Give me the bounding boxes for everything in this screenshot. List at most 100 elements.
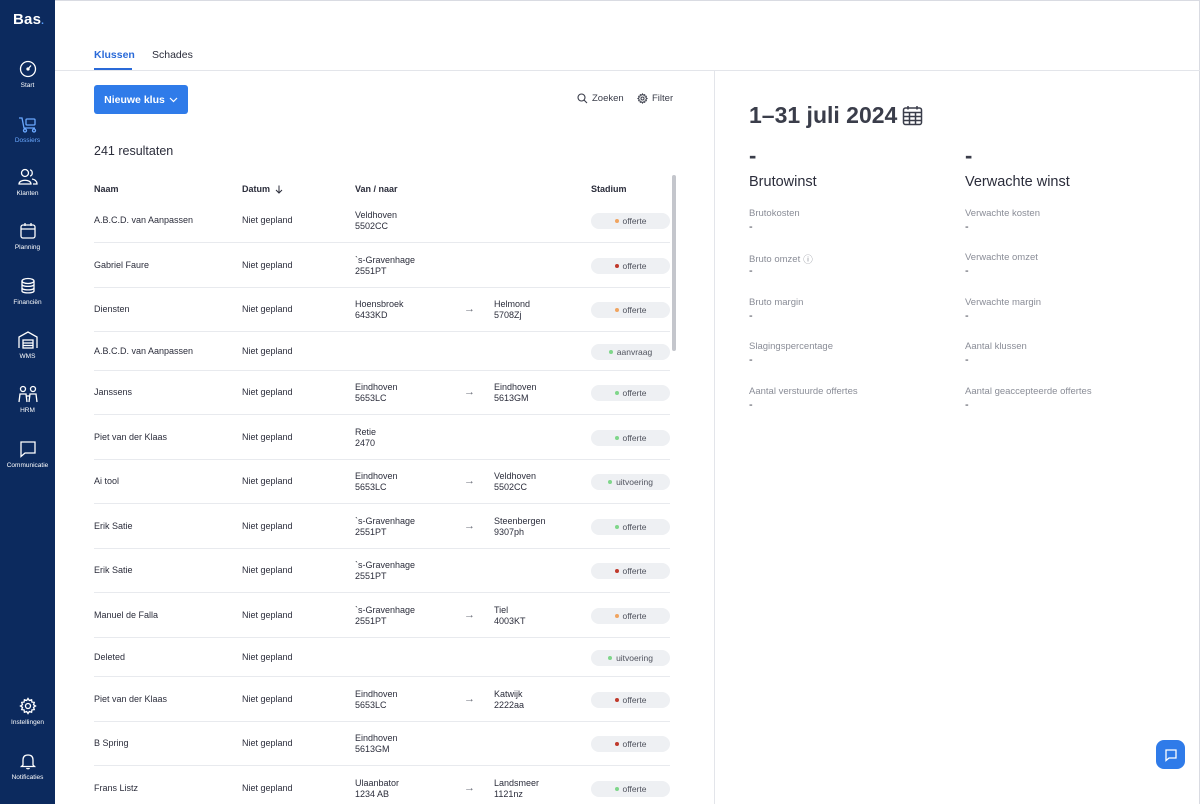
row-from-postcode: 2470 — [355, 437, 376, 448]
stat-label-success-rate: Slagingspercentage — [749, 341, 833, 352]
row-date: Niet gepland — [242, 651, 293, 662]
table-row[interactable]: A.B.C.D. van Aanpassen Niet gepland aanvra… — [94, 332, 670, 371]
table-row[interactable]: A.B.C.D. van Aanpassen Niet gepland Veldho… — [94, 199, 670, 243]
sidebar-item-dossiers[interactable]: Dossiers — [0, 115, 55, 144]
sidebar-item-label: WMS — [19, 353, 36, 360]
row-to-city: Tiel — [494, 604, 509, 615]
sidebar-item-notificaties[interactable]: Notificaties — [0, 752, 55, 781]
table-row[interactable]: Ai tool Niet gepland Eindhoven 5653LC → Veldh… — [94, 460, 670, 504]
row-from-city: Retie — [355, 426, 377, 437]
scrollbar-thumb[interactable] — [672, 175, 676, 351]
status-badge: uitvoering — [591, 474, 670, 490]
column-header-date[interactable]: Datum — [242, 184, 283, 194]
status-dot — [608, 480, 613, 484]
row-from-city: `s-Gravenhage — [355, 515, 416, 526]
warehouse-icon — [17, 331, 38, 349]
table-row[interactable]: Erik Satie Niet gepland `s-Gravenhage 2551P… — [94, 504, 670, 549]
stat-value-gross-revenue: - — [749, 265, 753, 277]
sidebar-item-label: Financiën — [13, 299, 42, 306]
table-row[interactable]: Diensten Niet gepland Hoensbroek 6433KD → Hel… — [94, 288, 670, 332]
stat-value-gross-margin: - — [749, 310, 753, 322]
row-from: Eindhoven 5653LC — [355, 471, 398, 493]
sidebar-item-wms[interactable]: WMS — [0, 331, 55, 360]
new-job-button[interactable]: Nieuwe klus — [94, 85, 188, 114]
search-button[interactable]: Zoeken — [577, 93, 624, 104]
table-row[interactable]: Manuel de Falla Niet gepland `s-Gravenhage… — [94, 593, 670, 638]
sidebar-item-planning[interactable]: Planning — [0, 222, 55, 251]
column-header-name[interactable]: Naam — [94, 184, 119, 194]
row-name: Frans Listz — [94, 782, 139, 793]
table-row[interactable]: Janssens Niet gepland Eindhoven 5653LC → Eind… — [94, 371, 670, 415]
stat-label-gross-margin: Bruto margin — [749, 297, 804, 308]
chevron-down-icon — [169, 97, 178, 102]
row-from: Hoensbroek 6433KD — [355, 299, 404, 321]
bell-icon — [19, 754, 36, 770]
table-row[interactable]: Gabriel Faure Niet gepland `s-Gravenhage 25… — [94, 243, 670, 288]
status-dot — [614, 569, 619, 573]
chat-bubble-icon — [1164, 748, 1177, 762]
row-date: Niet gepland — [242, 609, 293, 620]
main-area: Klussen Schades Nieuwe klus Zoeken Filte… — [55, 0, 1200, 804]
row-date: Niet gepland — [242, 738, 293, 748]
row-to-postcode: 9307ph — [494, 526, 525, 537]
sidebar-item-instellingen[interactable]: Instellingen — [0, 697, 55, 726]
row-to-postcode: 1121nz — [494, 788, 523, 799]
column-header-date-label: Datum — [242, 184, 271, 194]
table-row[interactable]: B Spring Niet gepland Eindhoven 5613GM offer… — [94, 722, 670, 766]
row-from-city: Eindhoven — [355, 471, 398, 481]
table-row[interactable]: Erik Satie Niet gepland `s-Gravenhage 2551P… — [94, 549, 670, 593]
filter-label: Filter — [652, 93, 674, 104]
row-from-city: Eindhoven — [355, 382, 398, 392]
sidebar-item-start[interactable]: Start — [0, 60, 55, 89]
table-row[interactable]: Frans Listz Niet gepland Ulaanbator 1234 AB… — [94, 766, 670, 804]
tab-schades[interactable]: Schades — [152, 49, 193, 61]
sidebar-item-label: Klanten — [16, 190, 39, 197]
sort-descending-icon — [275, 185, 283, 194]
tab-klussen[interactable]: Klussen — [94, 49, 135, 61]
status-badge-label: offerte — [622, 521, 647, 532]
row-date: Niet gepland — [242, 476, 293, 486]
stat-value-expected-revenue: - — [965, 265, 969, 277]
status-badge: uitvoering — [591, 649, 670, 666]
row-from: Eindhoven 5613GM — [355, 733, 398, 755]
status-badge: offerte — [591, 302, 670, 318]
arrow-right-icon: → — [464, 608, 475, 621]
status-dot — [614, 435, 619, 440]
sidebar-item-klanten[interactable]: Klanten — [0, 168, 55, 197]
row-date: Niet gepland — [242, 520, 293, 531]
info-icon[interactable]: ⓘ — [803, 252, 813, 266]
row-to: Landsmeer 1121nz — [494, 778, 539, 800]
stat-value-accepted-quotes: - — [965, 399, 969, 411]
calendar-icon[interactable] — [902, 105, 923, 126]
sidebar-item-hrm[interactable]: HRM — [0, 385, 55, 414]
status-badge-label: offerte — [622, 432, 647, 443]
status-badge: offerte — [591, 385, 670, 401]
table-row[interactable]: Piet van der Klaas Niet gepland Eindhoven 5… — [94, 677, 670, 722]
status-badge: offerte — [591, 429, 670, 446]
sidebar-item-financien[interactable]: Financiën — [0, 277, 55, 306]
row-from-postcode: 5653LC — [355, 482, 387, 492]
status-badge-label: uitvoering — [616, 652, 653, 663]
status-dot — [614, 524, 619, 529]
row-from-postcode: 2551PT — [355, 571, 387, 581]
gross-profit-value: - — [749, 143, 757, 168]
column-header-stage[interactable]: Stadium — [591, 184, 627, 194]
moving-cart-icon — [18, 117, 36, 133]
status-badge: offerte — [591, 736, 670, 752]
sidebar-item-communicatie[interactable]: Communicatie — [0, 440, 55, 469]
status-dot — [608, 655, 613, 660]
row-date: Niet gepland — [242, 345, 293, 356]
table-row[interactable]: Deleted Niet gepland uitvoering — [94, 638, 670, 677]
column-header-route[interactable]: Van / naar — [355, 184, 398, 194]
status-dot — [614, 697, 619, 702]
row-to-postcode: 5708Zj — [494, 310, 522, 320]
filter-button[interactable]: Filter — [637, 93, 673, 104]
row-to-postcode: 4003KT — [494, 615, 526, 626]
stat-label-accepted-quotes: Aantal geaccepteerde offertes — [965, 386, 1092, 397]
row-from-city: Hoensbroek — [355, 299, 404, 309]
table-row[interactable]: Piet van der Klaas Niet gepland Retie 2470 o… — [94, 415, 670, 460]
row-name: Diensten — [94, 304, 130, 314]
support-chat-button[interactable] — [1156, 740, 1185, 769]
status-badge-label: offerte — [622, 216, 647, 226]
app-logo[interactable]: Bas. — [13, 11, 44, 28]
